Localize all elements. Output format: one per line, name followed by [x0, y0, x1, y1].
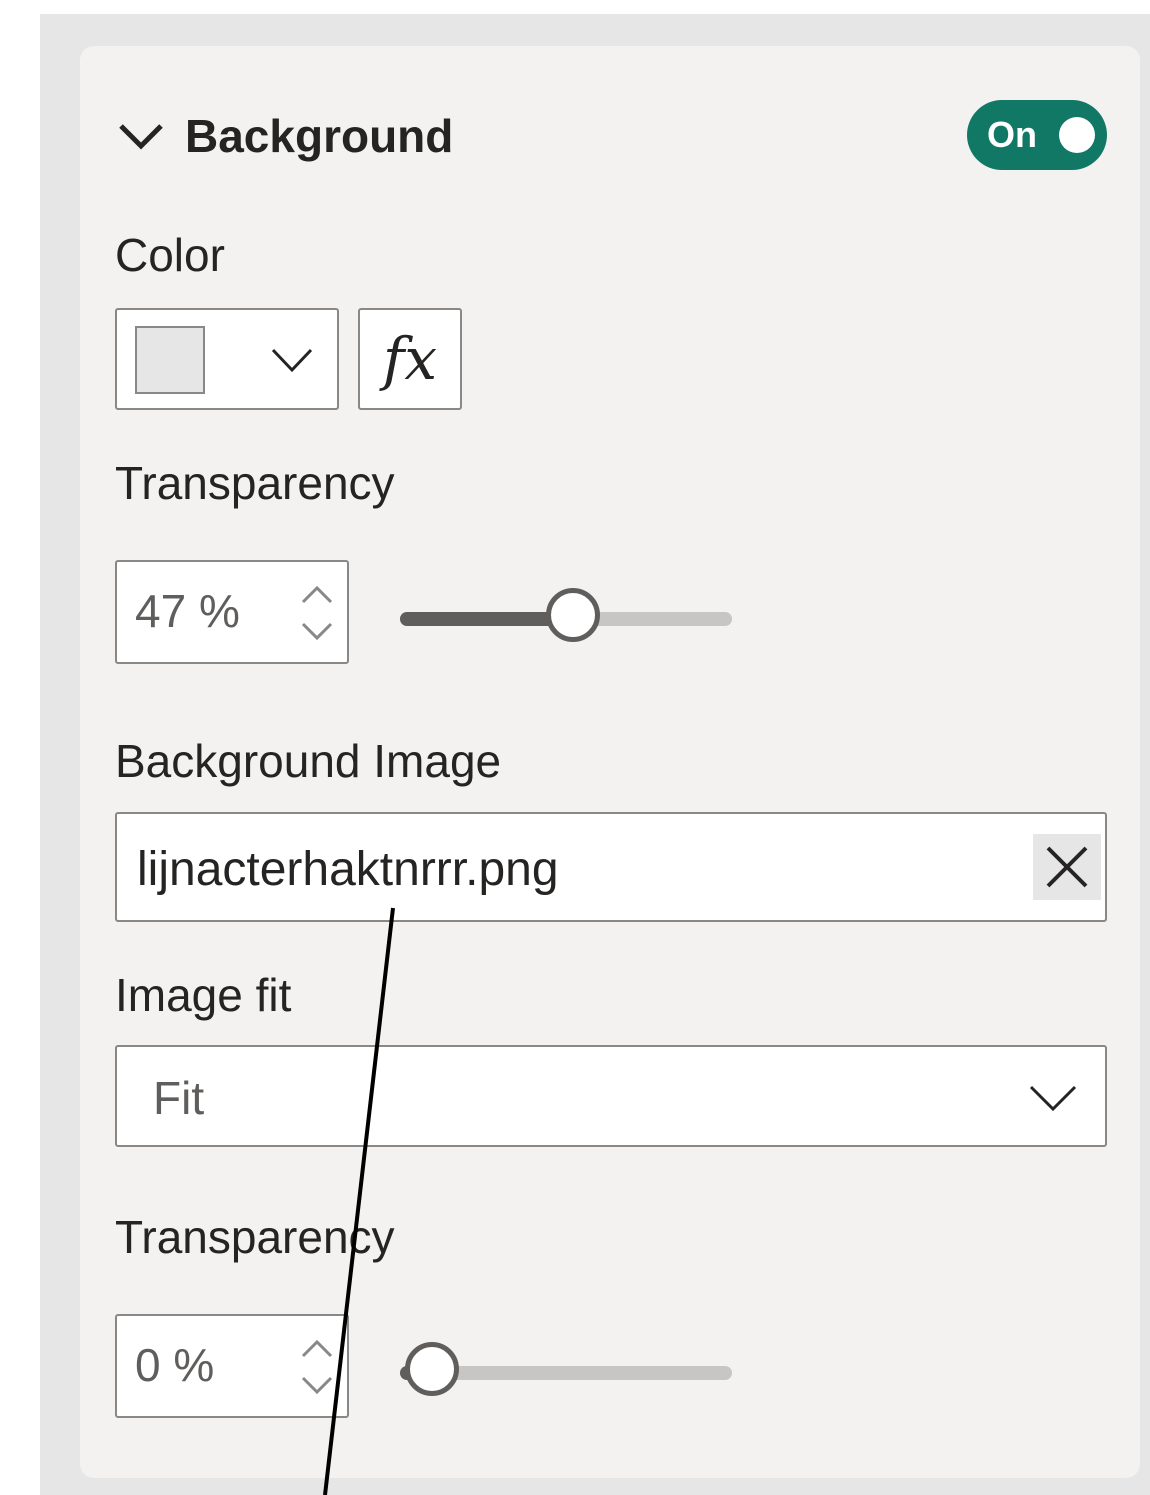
color-label: Color — [115, 229, 225, 281]
color-swatch — [135, 326, 205, 394]
background-image-field[interactable]: lijnacterhaktnrrr.png — [115, 812, 1107, 922]
section-title: Background — [185, 110, 454, 162]
image-transparency-spinbox[interactable]: 0 % — [115, 1314, 349, 1418]
image-fit-label: Image fit — [115, 969, 292, 1021]
image-fit-dropdown[interactable]: Fit — [115, 1045, 1107, 1147]
clear-image-button[interactable] — [1033, 834, 1101, 900]
image-fit-value: Fit — [153, 1072, 205, 1124]
close-icon — [1046, 846, 1088, 888]
image-transparency-label: Transparency — [115, 1211, 395, 1263]
chevron-down-icon — [1029, 1085, 1077, 1112]
transparency-spinbox[interactable]: 47 % — [115, 560, 349, 664]
image-transparency-slider[interactable] — [400, 1340, 732, 1404]
spin-arrows-icon[interactable] — [297, 1334, 337, 1400]
slider-thumb[interactable] — [546, 588, 600, 642]
background-toggle[interactable]: On — [967, 100, 1107, 170]
spin-arrows-icon[interactable] — [297, 580, 337, 646]
section-header-background[interactable]: Background On — [115, 100, 1107, 172]
transparency-label: Transparency — [115, 457, 395, 509]
image-transparency-value: 0 % — [135, 1339, 215, 1391]
background-image-label: Background Image — [115, 735, 502, 787]
slider-thumb[interactable] — [405, 1342, 459, 1396]
image-file-name: lijnacterhaktnrrr.png — [137, 843, 559, 896]
chevron-down-icon — [271, 348, 313, 373]
transparency-value: 47 % — [135, 585, 240, 637]
color-picker-dropdown[interactable] — [115, 308, 339, 410]
toggle-label: On — [987, 114, 1037, 155]
conditional-format-fx-button[interactable]: fx — [358, 308, 462, 410]
transparency-slider[interactable] — [400, 586, 732, 650]
toggle-knob — [1059, 117, 1095, 153]
chevron-down-icon[interactable] — [115, 116, 167, 156]
